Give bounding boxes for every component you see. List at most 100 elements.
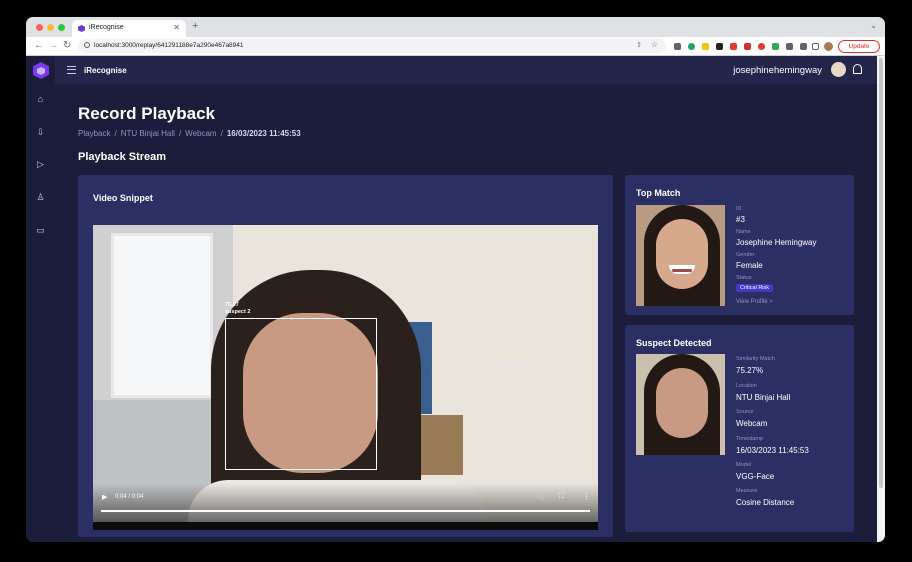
field-status-label: Status bbox=[736, 275, 752, 281]
source-value: Webcam bbox=[736, 419, 768, 428]
timestamp-value: 16/03/2023 11:45:53 bbox=[736, 446, 809, 455]
top-match-photo bbox=[636, 205, 725, 306]
scrollbar-thumb[interactable] bbox=[879, 58, 883, 488]
video-progress-bar[interactable] bbox=[101, 510, 590, 512]
nav-upload-icon[interactable]: ⇩ bbox=[35, 127, 46, 138]
reload-icon[interactable]: ↻ bbox=[63, 40, 71, 51]
close-window-button[interactable] bbox=[36, 24, 43, 31]
field-gender-label: Gender bbox=[736, 252, 755, 258]
bookmark-star-icon[interactable]: ☆ bbox=[651, 40, 658, 49]
field-name-value: Josephine Hemingway bbox=[736, 238, 817, 247]
video-player[interactable]: 75.27 suspect 2 ▶ 0:04 / 0:04 ◁) ⛶ ⋮ bbox=[93, 225, 598, 522]
similarity-label: Similarity Match bbox=[736, 356, 775, 362]
extension-grammarly-icon[interactable] bbox=[688, 43, 695, 50]
status-badge: Critical Risk bbox=[736, 284, 774, 292]
minimize-window-button[interactable] bbox=[47, 24, 54, 31]
notification-bell-icon[interactable] bbox=[853, 64, 862, 74]
main-content: Record Playback Playback / NTU Binjai Hall… bbox=[55, 84, 877, 542]
app-root: ⌂ ⇩ ▷ ♙ ▭ iRecognise josephinehemingway … bbox=[26, 56, 885, 542]
forward-arrow-icon[interactable]: → bbox=[48, 40, 58, 51]
suspect-detected-title: Suspect Detected bbox=[636, 338, 712, 348]
video-scene bbox=[431, 355, 581, 395]
maximize-window-button[interactable] bbox=[58, 24, 65, 31]
nav-profiles-icon[interactable]: ♙ bbox=[35, 192, 46, 203]
similarity-value: 75.27% bbox=[736, 366, 764, 375]
browser-window: iRecognise ✕ + ⌄ ← → ↻ localhost:3000/re… bbox=[26, 17, 885, 542]
page-title: Record Playback bbox=[78, 104, 216, 123]
side-panel-icon[interactable] bbox=[812, 43, 819, 50]
field-id-value: #3 bbox=[736, 215, 745, 224]
breadcrumb: Playback / NTU Binjai Hall / Webcam/16/03/20… bbox=[78, 129, 301, 138]
extension-dark-icon[interactable] bbox=[716, 43, 723, 50]
location-label: Location bbox=[736, 383, 757, 389]
video-bottom-bar bbox=[93, 522, 598, 530]
browser-profile-avatar[interactable] bbox=[824, 42, 833, 51]
video-controls-overlay bbox=[93, 483, 598, 522]
video-time: 0:04 / 0:04 bbox=[115, 494, 144, 500]
model-label: Model bbox=[736, 462, 751, 468]
detection-label: 75.27 suspect 2 bbox=[225, 302, 250, 316]
video-progress-fill bbox=[101, 510, 590, 512]
volume-icon[interactable]: ◁) bbox=[536, 493, 544, 501]
more-options-icon[interactable]: ⋮ bbox=[583, 493, 590, 501]
video-snippet-title: Video Snippet bbox=[93, 193, 153, 203]
breadcrumb-source[interactable]: Webcam bbox=[185, 129, 216, 138]
menu-toggle-icon[interactable] bbox=[67, 66, 76, 74]
browser-toolbar: ← → ↻ localhost:3000/replay/641291188e7a… bbox=[26, 37, 885, 56]
view-profile-link[interactable]: View Profile > bbox=[736, 299, 773, 305]
field-name-label: Name bbox=[736, 229, 751, 235]
extensions-puzzle-icon[interactable] bbox=[786, 43, 793, 50]
nav-playback-icon[interactable]: ▷ bbox=[35, 159, 46, 170]
new-tab-plus-icon[interactable]: + bbox=[192, 20, 198, 32]
extension-notes-icon[interactable] bbox=[702, 43, 709, 50]
field-id-label: ID bbox=[736, 206, 742, 212]
suspect-detected-card: Suspect Detected Similarity Match 75.27%… bbox=[625, 325, 854, 532]
site-info-icon[interactable] bbox=[84, 42, 90, 48]
tab-strip: iRecognise ✕ + ⌄ bbox=[26, 17, 885, 37]
extension-reader-icon[interactable] bbox=[674, 43, 681, 50]
browser-tab[interactable]: iRecognise ✕ bbox=[72, 20, 186, 37]
play-icon[interactable]: ▶ bbox=[102, 493, 107, 501]
breadcrumb-playback[interactable]: Playback bbox=[78, 129, 110, 138]
section-title: Playback Stream bbox=[78, 151, 167, 163]
browser-update-button[interactable]: Update bbox=[838, 40, 880, 53]
nav-home-icon[interactable]: ⌂ bbox=[35, 94, 46, 105]
nav-camera-icon[interactable]: ▭ bbox=[35, 225, 46, 236]
user-avatar[interactable] bbox=[831, 62, 846, 77]
measure-value: Cosine Distance bbox=[736, 498, 795, 507]
extension-record-icon[interactable] bbox=[758, 43, 765, 50]
location-value: NTU Binjai Hall bbox=[736, 393, 791, 402]
extension-mail-icon[interactable] bbox=[730, 43, 737, 50]
source-label: Source bbox=[736, 409, 754, 415]
breadcrumb-current: 16/03/2023 11:45:53 bbox=[226, 129, 301, 138]
share-icon[interactable]: ⇪ bbox=[636, 41, 642, 49]
face-detection-box bbox=[225, 318, 377, 470]
detection-name: suspect 2 bbox=[225, 309, 251, 315]
back-arrow-icon[interactable]: ← bbox=[34, 40, 44, 51]
video-scene bbox=[111, 233, 213, 398]
top-match-card: Top Match ID #3 Name Josephine Hemingway… bbox=[625, 175, 854, 315]
side-navigation: ⌂ ⇩ ▷ ♙ ▭ bbox=[26, 56, 55, 542]
model-value: VGG-Face bbox=[736, 472, 775, 481]
tab-search-chevron-icon[interactable]: ⌄ bbox=[870, 21, 877, 30]
fullscreen-icon[interactable]: ⛶ bbox=[559, 493, 564, 501]
extension-drive-icon[interactable] bbox=[772, 43, 779, 50]
media-control-icon[interactable] bbox=[800, 43, 807, 50]
measure-label: Measure bbox=[736, 488, 758, 494]
address-bar[interactable]: localhost:3000/replay/641291188e7a290e46… bbox=[78, 39, 666, 53]
tab-title: iRecognise bbox=[89, 24, 124, 31]
address-url[interactable]: localhost:3000/replay/641291188e7a290e46… bbox=[94, 42, 244, 49]
extension-clip-icon[interactable] bbox=[744, 43, 751, 50]
detection-score: 75.27 bbox=[225, 302, 239, 308]
timestamp-label: Timestamp bbox=[736, 436, 763, 442]
suspect-photo bbox=[636, 354, 725, 455]
field-gender-value: Female bbox=[736, 261, 763, 270]
app-title: iRecognise bbox=[84, 66, 127, 75]
video-snippet-card: Video Snippet 75.27 suspect 2 ▶ 0:04 / 0… bbox=[78, 175, 613, 537]
tab-close-icon[interactable]: ✕ bbox=[173, 23, 180, 32]
breadcrumb-location[interactable]: NTU Binjai Hall bbox=[121, 129, 175, 138]
tab-favicon-icon bbox=[78, 25, 85, 32]
top-match-title: Top Match bbox=[636, 188, 681, 198]
username-label[interactable]: josephinehemingway bbox=[733, 65, 822, 76]
top-bar: iRecognise josephinehemingway bbox=[55, 56, 877, 84]
